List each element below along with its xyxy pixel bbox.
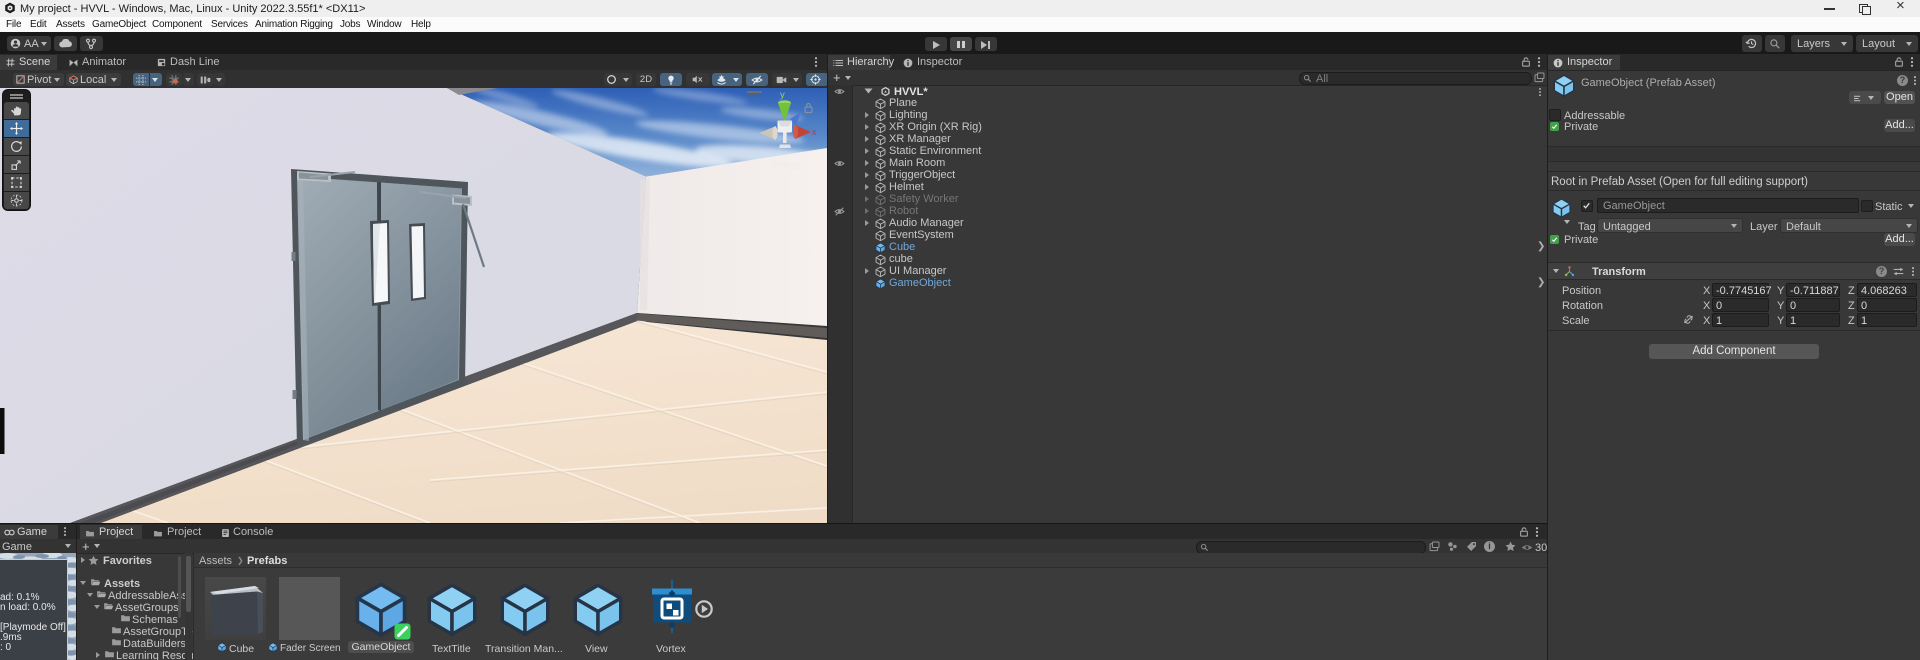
- svg-text:x: x: [812, 127, 817, 137]
- svg-text:y: y: [780, 90, 785, 101]
- svg-text:Persp: Persp: [772, 160, 801, 172]
